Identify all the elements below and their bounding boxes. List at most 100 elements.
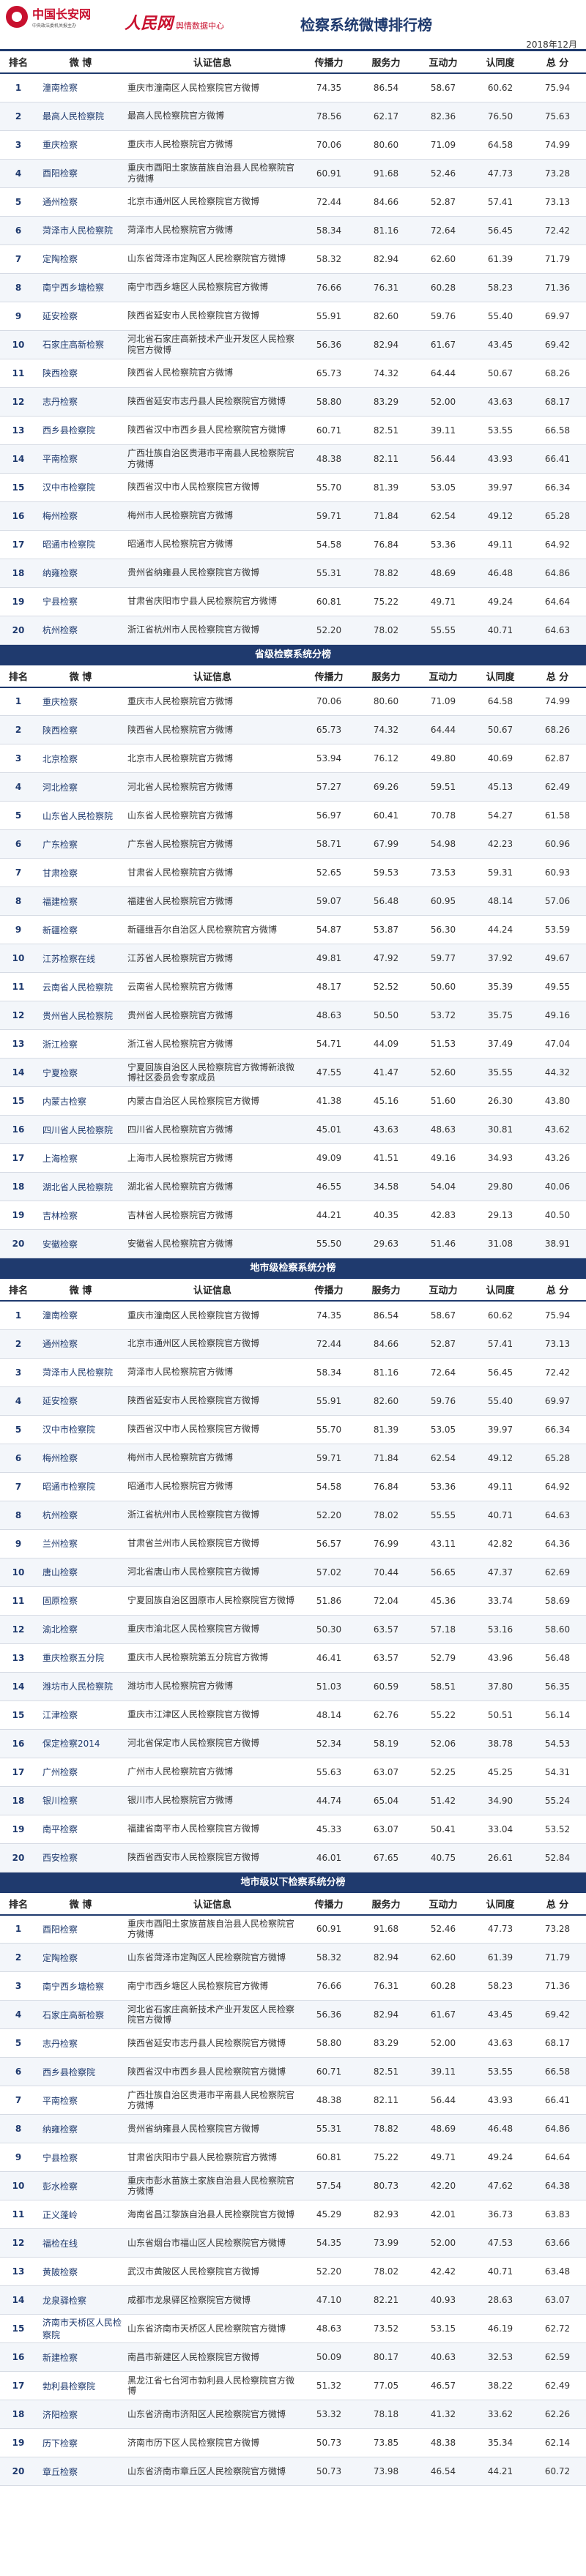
cell-total-score: 66.41 (529, 2086, 586, 2115)
cell-spread: 55.91 (300, 302, 357, 331)
cell-service: 63.07 (357, 1815, 415, 1844)
cell-total-score: 68.26 (529, 715, 586, 744)
cell-spread: 58.32 (300, 244, 357, 274)
cell-total-score: 74.99 (529, 130, 586, 160)
cell-interaction: 42.01 (415, 2200, 472, 2229)
table-row: 15 内蒙古检察 内蒙古自治区人民检察院官方微博 41.38 45.16 51.60 26.… (0, 1086, 586, 1116)
cell-interaction: 61.67 (415, 2000, 472, 2029)
cell-certification: 浙江省杭州市人民检察院官方微博 (125, 1501, 300, 1530)
cell-weibo-name: 延安检察 (37, 302, 125, 331)
cell-recognition: 76.50 (472, 102, 529, 131)
cell-service: 40.35 (357, 1201, 415, 1230)
cell-interaction: 48.69 (415, 2114, 472, 2143)
cell-total-score: 69.97 (529, 302, 586, 331)
cell-service: 75.22 (357, 587, 415, 616)
table-row: 9 延安检察 陕西省延安市人民检察院官方微博 55.91 82.60 59.76 55.40… (0, 302, 586, 331)
cell-spread: 60.81 (300, 2143, 357, 2172)
table-row: 5 汉中市检察院 陕西省汉中市人民检察院官方微博 55.70 81.39 53.05 39.… (0, 1415, 586, 1444)
cell-interaction: 59.77 (415, 944, 472, 973)
table-header-row: 排名微 博认证信息 传播力 服务力 互动力 认同度总 分 (0, 1279, 586, 1302)
cell-interaction: 53.36 (415, 530, 472, 559)
cell-rank: 7 (0, 244, 37, 274)
cell-total-score: 56.48 (529, 1643, 586, 1673)
cell-service: 74.32 (357, 359, 415, 388)
cell-certification: 河北省唐山市人民检察院官方微博 (125, 1558, 300, 1587)
table-row: 7 平南检察 广西壮族自治区贵港市平南县人民检察院官方微博 48.38 82.11 56.… (0, 2086, 586, 2115)
cell-spread: 55.63 (300, 1758, 357, 1787)
cell-total-score: 49.67 (529, 944, 586, 973)
table-row: 4 河北检察 河北省人民检察院官方微博 57.27 69.26 59.51 45.13 62.… (0, 772, 586, 802)
column-header-spread: 传播力 (300, 51, 357, 74)
cell-weibo-name: 河北检察 (37, 772, 125, 802)
cell-recognition: 49.12 (472, 501, 529, 531)
cell-recognition: 64.58 (472, 130, 529, 160)
cell-spread: 47.10 (300, 2285, 357, 2315)
cell-interaction: 62.54 (415, 1444, 472, 1473)
column-header-interaction: 互动力 (415, 665, 472, 688)
cell-interaction: 42.83 (415, 1201, 472, 1230)
cell-rank: 13 (0, 1029, 37, 1059)
cell-interaction: 48.69 (415, 559, 472, 588)
cell-recognition: 43.96 (472, 1643, 529, 1673)
cell-recognition: 29.13 (472, 1201, 529, 1230)
cell-recognition: 46.19 (472, 2314, 529, 2343)
cell-weibo-name: 梅州检察 (37, 1444, 125, 1473)
cell-interaction: 61.67 (415, 330, 472, 359)
cell-service: 71.84 (357, 501, 415, 531)
cell-spread: 56.57 (300, 1529, 357, 1558)
cell-recognition: 43.63 (472, 2028, 529, 2058)
cell-rank: 2 (0, 1943, 37, 1972)
section-title: 地市级以下检察系统分榜 (0, 1872, 586, 1893)
table-row: 18 济阳检察 山东省济南市济阳区人民检察院官方微博 53.32 78.18 41.32 3… (0, 2400, 586, 2429)
cell-total-score: 60.93 (529, 858, 586, 887)
table-row: 1 潼南检察 重庆市潼南区人民检察院官方微博 74.35 86.54 58.67 60.62… (0, 73, 586, 102)
cell-certification: 河北省石家庄高新技术产业开发区人民检察院官方微博 (125, 330, 300, 359)
cell-certification: 山东省烟台市福山区人民检察院官方微博 (125, 2228, 300, 2258)
table-row: 18 银川检察 银川市人民检察院官方微博 44.74 65.04 51.42 34.90 55… (0, 1786, 586, 1815)
table-row: 10 彭水检察 重庆市彭水苗族土家族自治县人民检察院官方微博 57.54 80.73 42… (0, 2171, 586, 2200)
cell-spread: 65.73 (300, 359, 357, 388)
cell-weibo-name: 福检在线 (37, 2228, 125, 2258)
cell-rank: 10 (0, 2171, 37, 2200)
cell-interaction: 57.18 (415, 1615, 472, 1644)
cell-certification: 甘肃省庆阳市宁县人民检察院官方微博 (125, 587, 300, 616)
cell-recognition: 39.97 (472, 473, 529, 502)
cell-recognition: 49.11 (472, 530, 529, 559)
cell-service: 77.05 (357, 2371, 415, 2400)
cell-total-score: 43.62 (529, 1115, 586, 1144)
cell-certification: 陕西省汉中市人民检察院官方微博 (125, 473, 300, 502)
cell-service: 50.50 (357, 1001, 415, 1030)
cell-certification: 菏泽市人民检察院官方微博 (125, 216, 300, 245)
cell-recognition: 45.13 (472, 772, 529, 802)
cell-rank: 8 (0, 273, 37, 302)
cell-certification: 银川市人民检察院官方微博 (125, 1786, 300, 1815)
cell-recognition: 60.62 (472, 1301, 529, 1330)
cell-service: 82.94 (357, 1943, 415, 1972)
cell-total-score: 64.92 (529, 530, 586, 559)
cell-recognition: 43.93 (472, 2086, 529, 2115)
cell-certification: 重庆市人民检察院官方微博 (125, 130, 300, 160)
cell-recognition: 40.71 (472, 1501, 529, 1530)
cell-interaction: 51.60 (415, 1086, 472, 1116)
cell-certification: 上海市人民检察院官方微博 (125, 1143, 300, 1173)
table-row: 2 最高人民检察院 最高人民检察院官方微博 78.56 62.17 82.36 76.50 7… (0, 102, 586, 131)
cell-weibo-name: 平南检察 (37, 444, 125, 474)
cell-total-score: 68.26 (529, 359, 586, 388)
cell-weibo-name: 章丘检察 (37, 2457, 125, 2486)
column-header-service: 服务力 (357, 1279, 415, 1302)
cell-rank: 11 (0, 1586, 37, 1616)
cell-recognition: 46.48 (472, 559, 529, 588)
cell-total-score: 64.86 (529, 559, 586, 588)
cell-certification: 河北省人民检察院官方微博 (125, 772, 300, 802)
cell-spread: 54.58 (300, 530, 357, 559)
cell-interaction: 72.64 (415, 216, 472, 245)
cell-total-score: 56.35 (529, 1672, 586, 1701)
table-row: 13 浙江检察 浙江省人民检察院官方微博 54.71 44.09 51.53 37.49 47… (0, 1029, 586, 1059)
cell-rank: 11 (0, 2200, 37, 2229)
cell-interaction: 39.11 (415, 2057, 472, 2086)
table-row: 13 重庆检察五分院 重庆市人民检察院第五分院官方微博 46.41 63.57 52.79… (0, 1643, 586, 1673)
column-header-certification: 认证信息 (125, 51, 300, 74)
cell-service: 91.68 (357, 1914, 415, 1944)
cell-recognition: 54.27 (472, 801, 529, 830)
cell-service: 81.16 (357, 1358, 415, 1387)
